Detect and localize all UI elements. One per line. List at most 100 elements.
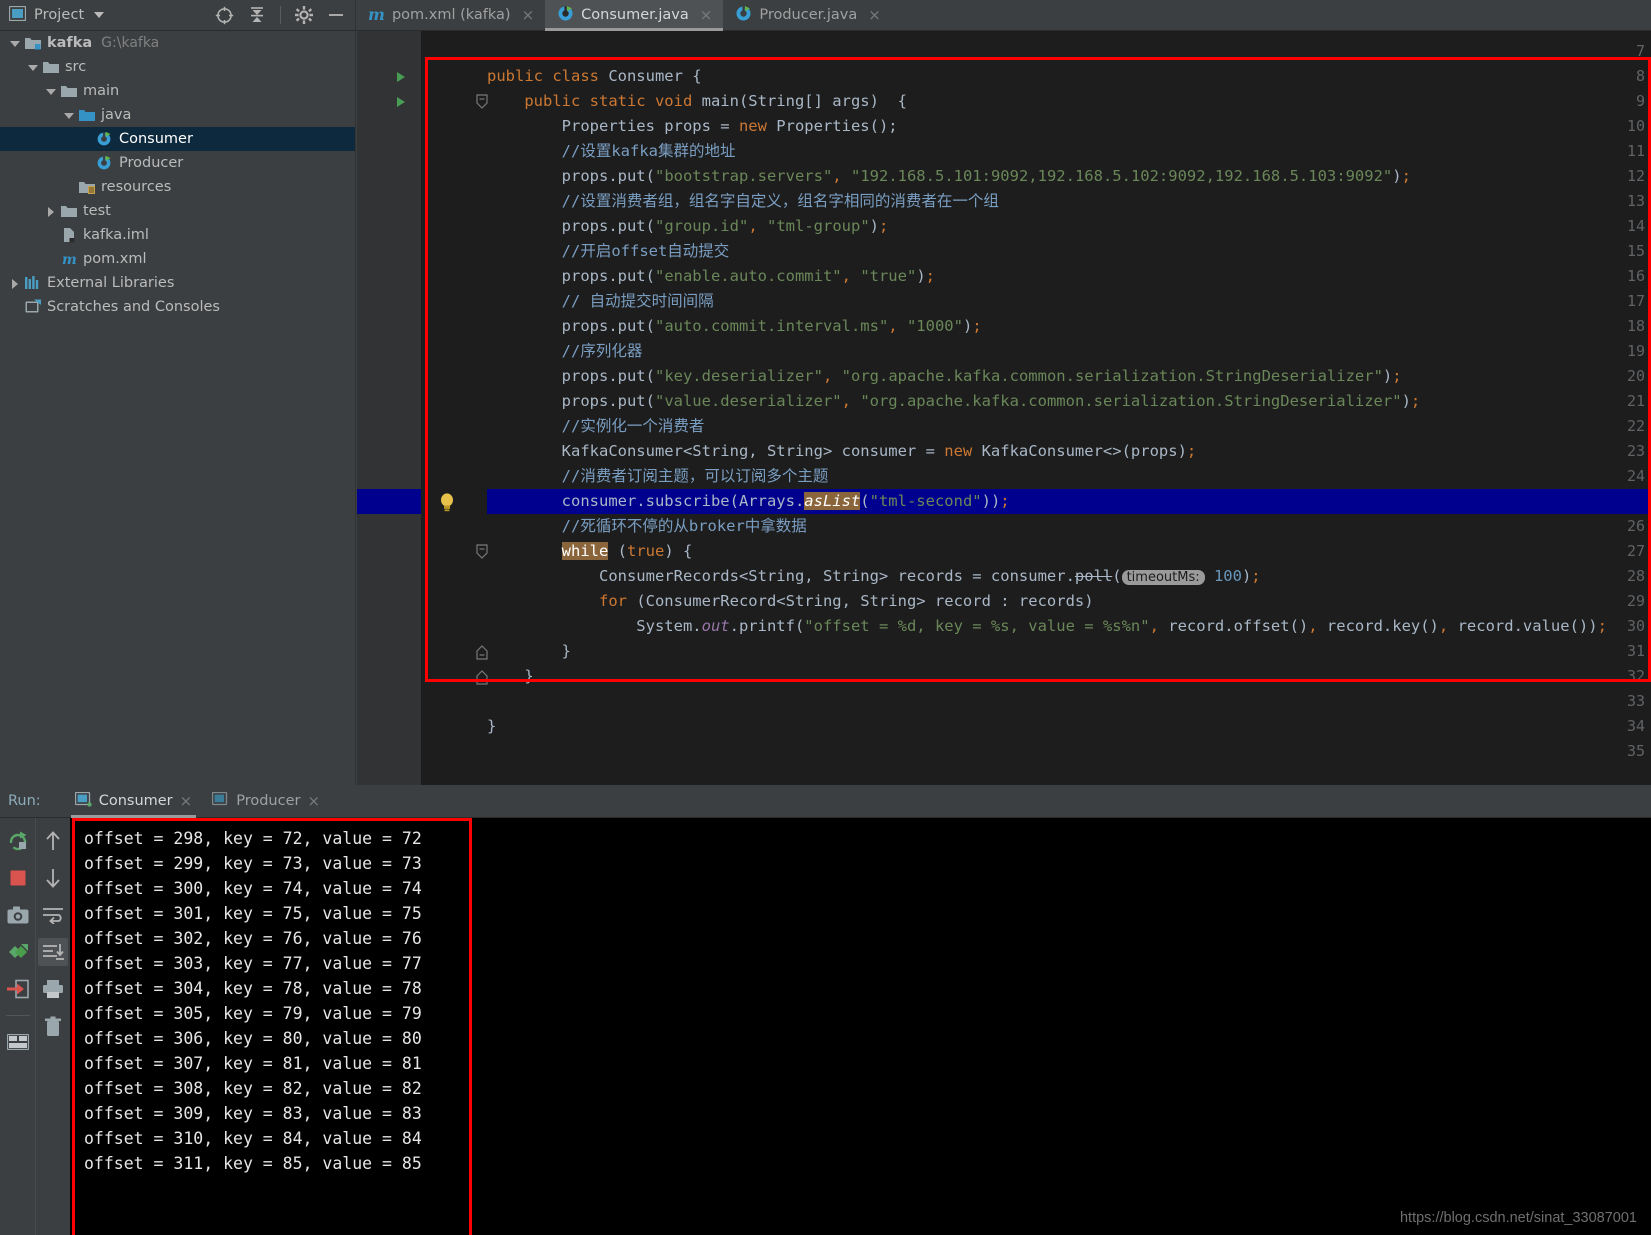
- scroll-to-end-icon[interactable]: [38, 938, 68, 966]
- trash-icon[interactable]: [38, 1012, 68, 1040]
- tree-item-java[interactable]: java: [0, 103, 355, 127]
- console-line: offset = 298, key = 72, value = 72: [84, 829, 422, 848]
- console-line: offset = 299, key = 73, value = 73: [84, 854, 422, 873]
- code-line[interactable]: props.put("value.deserializer", "org.apa…: [487, 389, 1651, 414]
- editor-tab-pom-xml[interactable]: m pom.xml (kafka) ×: [356, 0, 545, 31]
- chevron-right-icon[interactable]: [44, 205, 57, 218]
- run-tab-consumer[interactable]: Consumer ×: [65, 785, 203, 818]
- code-line[interactable]: // 自动提交时间间隔: [487, 289, 1651, 314]
- panel-toolbar: [215, 6, 355, 25]
- tree-item-test[interactable]: test: [0, 199, 355, 223]
- collapse-all-icon[interactable]: [248, 6, 266, 24]
- tree-item-scratches-and-consoles[interactable]: Scratches and Consoles: [0, 295, 355, 319]
- code-line[interactable]: props.put("key.deserializer", "org.apach…: [487, 364, 1651, 389]
- stop-icon[interactable]: [3, 864, 33, 892]
- code-line[interactable]: KafkaConsumer<String, String> consumer =…: [487, 439, 1651, 464]
- close-icon[interactable]: ×: [307, 792, 320, 810]
- code-editor[interactable]: 7891011121314151617181920212223242526272…: [357, 31, 1651, 785]
- code-line[interactable]: //实例化一个消费者: [487, 414, 1651, 439]
- run-tab-producer[interactable]: Producer ×: [202, 785, 330, 818]
- soft-wrap-icon[interactable]: [38, 901, 68, 929]
- code-line[interactable]: }: [487, 639, 1651, 664]
- console-line: offset = 310, key = 84, value = 84: [84, 1129, 422, 1148]
- folder-icon: [43, 62, 59, 73]
- lightbulb-icon[interactable]: [439, 489, 455, 514]
- code-line[interactable]: public static void main(String[] args) {: [487, 89, 1651, 114]
- scratches-icon: [25, 299, 41, 313]
- code-line[interactable]: //设置kafka集群的地址: [487, 139, 1651, 164]
- gear-icon[interactable]: [295, 6, 313, 24]
- tree-item-main[interactable]: main: [0, 79, 355, 103]
- screenshot-icon[interactable]: [3, 901, 33, 929]
- code-line[interactable]: for (ConsumerRecord<String, String> reco…: [487, 589, 1651, 614]
- export-icon[interactable]: [3, 975, 33, 1003]
- chevron-down-icon[interactable]: [8, 37, 21, 50]
- layout-icon[interactable]: [3, 1028, 33, 1056]
- code-line[interactable]: //死循环不停的从broker中拿数据: [487, 514, 1651, 539]
- print-icon[interactable]: [38, 975, 68, 1003]
- java-class-icon: [97, 155, 111, 170]
- code-line[interactable]: ConsumerRecords<String, String> records …: [487, 564, 1651, 589]
- code-line[interactable]: //开启offset自动提交: [487, 239, 1651, 264]
- code-line[interactable]: }: [487, 664, 1651, 689]
- code-line[interactable]: props.put("bootstrap.servers", "192.168.…: [487, 164, 1651, 189]
- down-arrow-icon[interactable]: [38, 864, 68, 892]
- editor-tab-consumer-java[interactable]: Consumer.java ×: [545, 0, 724, 31]
- project-panel-icon: [8, 5, 27, 25]
- close-icon[interactable]: ×: [180, 792, 193, 810]
- folder-icon: [61, 86, 77, 97]
- tree-item-producer[interactable]: Producer: [0, 151, 355, 175]
- tree-item-kafka[interactable]: kafka G:\kafka: [0, 31, 355, 55]
- code-line[interactable]: props.put("auto.commit.interval.ms", "10…: [487, 314, 1651, 339]
- tree-item-resources[interactable]: resources: [0, 175, 355, 199]
- code-line[interactable]: while (true) {: [487, 539, 1651, 564]
- maven-m-icon: m: [62, 252, 77, 267]
- code-line[interactable]: }: [487, 714, 1651, 739]
- run-toolbar-col-left: [0, 818, 35, 1235]
- editor-gutter[interactable]: [357, 31, 421, 785]
- project-panel-header: Project: [0, 0, 356, 31]
- code-line[interactable]: consumer.subscribe(Arrays.asList("tml-se…: [357, 489, 1651, 514]
- close-icon[interactable]: ×: [522, 7, 535, 23]
- run-gutter-icon[interactable]: [395, 89, 408, 114]
- top-bar: Project m pom.xml (kafka) × Consumer.jav…: [0, 0, 1651, 31]
- code-line[interactable]: //序列化器: [487, 339, 1651, 364]
- code-line[interactable]: props.put("group.id", "tml-group");: [487, 214, 1651, 239]
- close-icon[interactable]: ×: [700, 7, 713, 23]
- tree-item-src[interactable]: src: [0, 55, 355, 79]
- tree-item-kafka-iml[interactable]: kafka.iml: [0, 223, 355, 247]
- tree-item-pom-xml[interactable]: m pom.xml: [0, 247, 355, 271]
- project-tree[interactable]: kafka G:\kafka src main java Consumer Producer…: [0, 31, 356, 785]
- chevron-down-icon[interactable]: [62, 109, 75, 122]
- ide-window: Project m pom.xml (kafka) × Consumer.jav…: [0, 0, 1651, 1235]
- chevron-down-icon[interactable]: [44, 85, 57, 98]
- tree-item-external-libraries[interactable]: External Libraries: [0, 271, 355, 295]
- code-line[interactable]: props.put("enable.auto.commit", "true");: [487, 264, 1651, 289]
- editor-tab-producer-java[interactable]: Producer.java ×: [723, 0, 892, 31]
- rerun-icon[interactable]: [3, 827, 33, 855]
- close-icon[interactable]: ×: [868, 7, 881, 23]
- up-arrow-icon[interactable]: [38, 827, 68, 855]
- module-folder-icon: [25, 38, 41, 50]
- run-gutter-icon[interactable]: [395, 64, 408, 89]
- code-line[interactable]: //消费者订阅主题，可以订阅多个主题: [487, 464, 1651, 489]
- code-line[interactable]: [487, 39, 1651, 64]
- tree-item-consumer[interactable]: Consumer: [0, 127, 355, 151]
- minimize-icon[interactable]: [327, 6, 345, 24]
- code-line[interactable]: Properties props = new Properties();: [487, 114, 1651, 139]
- code-line[interactable]: public class Consumer {: [487, 64, 1651, 89]
- chevron-down-icon[interactable]: [26, 61, 39, 74]
- console-output[interactable]: offset = 298, key = 72, value = 72 offset…: [70, 818, 1651, 1235]
- code-line[interactable]: //设置消费者组，组名字自定义，组名字相同的消费者在一个组: [487, 189, 1651, 214]
- code-line[interactable]: [487, 689, 1651, 714]
- resources-folder-icon: [79, 182, 95, 194]
- console-line: offset = 303, key = 77, value = 77: [84, 954, 422, 973]
- chevron-right-icon[interactable]: [8, 277, 21, 290]
- code-line[interactable]: System.out.printf("offset = %d, key = %s…: [487, 614, 1651, 639]
- threaddump-icon[interactable]: [3, 938, 33, 966]
- tree-item-label: test: [83, 203, 111, 219]
- code-line[interactable]: [487, 739, 1651, 764]
- locate-icon[interactable]: [215, 6, 234, 25]
- chevron-down-icon[interactable]: [94, 12, 105, 18]
